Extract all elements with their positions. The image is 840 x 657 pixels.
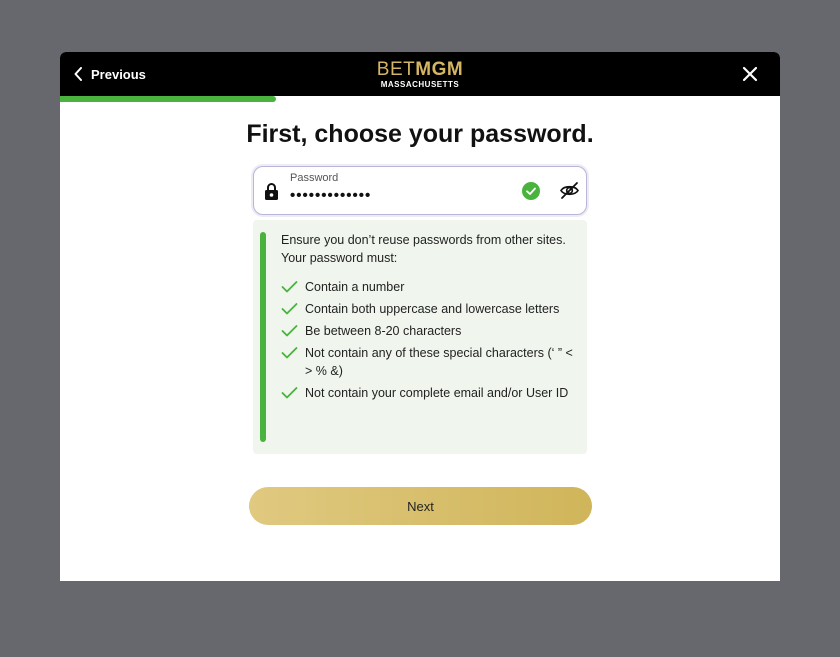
title-emphasis: password (470, 120, 587, 148)
chevron-left-icon (74, 67, 82, 81)
betmgm-logo: BETMGM MASSACHUSETTS (377, 60, 463, 89)
page-title: First, choose your password. (60, 120, 780, 149)
requirement-text: Be between 8-20 characters (305, 324, 462, 338)
next-button[interactable]: Next (249, 487, 592, 525)
close-icon[interactable] (740, 64, 760, 84)
modal-header: Previous BETMGM MASSACHUSETTS (60, 52, 780, 96)
check-icon (281, 281, 298, 293)
requirement-text: Not contain any of these special charact… (305, 346, 573, 378)
logo-mgm: MGM (415, 58, 464, 80)
lock-icon (265, 183, 278, 200)
check-icon (281, 325, 298, 337)
password-requirements: Ensure you don’t reuse passwords from ot… (253, 220, 587, 454)
password-input[interactable]: ••••••••••••• (290, 187, 371, 204)
requirements-list: Contain a number Contain both uppercase a… (281, 278, 581, 406)
eye-off-icon[interactable] (559, 180, 580, 201)
previous-label: Previous (91, 66, 146, 82)
password-label: Password (290, 172, 339, 184)
logo-wordmark: BETMGM (377, 60, 463, 79)
requirement-item: Be between 8-20 characters (281, 322, 581, 340)
requirement-item: Contain a number (281, 278, 581, 296)
progress-fill (60, 96, 276, 102)
logo-state: MASSACHUSETTS (380, 79, 460, 89)
requirement-item: Contain both uppercase and lowercase let… (281, 300, 581, 318)
requirement-text: Contain a number (305, 280, 405, 294)
password-field[interactable]: Password ••••••••••••• (253, 166, 587, 215)
requirement-text: Not contain your complete email and/or U… (305, 386, 569, 400)
progress-bar (60, 96, 780, 102)
previous-button[interactable]: Previous (74, 52, 146, 96)
title-suffix: . (586, 120, 594, 148)
logo-bet: BET (376, 58, 416, 80)
requirement-item: Not contain any of these special charact… (281, 344, 581, 380)
requirement-text: Contain both uppercase and lowercase let… (305, 302, 560, 316)
check-icon (281, 387, 298, 399)
requirements-intro: Ensure you don’t reuse passwords from ot… (281, 233, 566, 265)
requirement-item: Not contain your complete email and/or U… (281, 384, 581, 402)
requirements-accent-bar (260, 232, 266, 442)
check-icon (281, 347, 298, 359)
check-icon (281, 303, 298, 315)
check-circle-icon (522, 182, 540, 200)
password-modal: Previous BETMGM MASSACHUSETTS First, cho… (60, 52, 780, 581)
title-prefix: First, choose your (246, 120, 470, 148)
